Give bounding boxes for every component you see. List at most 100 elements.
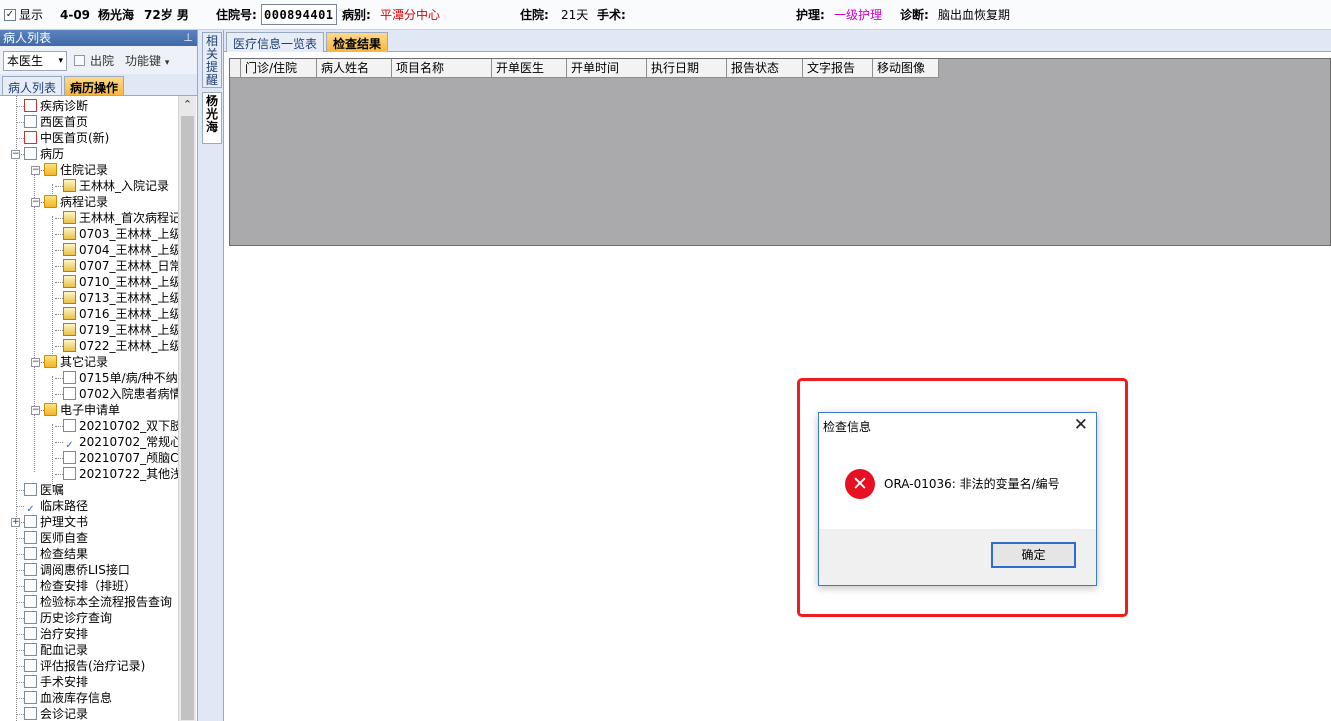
scrollbar-thumb[interactable]	[181, 116, 194, 720]
collapse-icon[interactable]: −	[31, 358, 40, 367]
tree-item-consultation-records[interactable]: 会诊记录	[24, 706, 88, 721]
tree-item-first-progress-note[interactable]: 王林林_首次病程记	[63, 210, 178, 226]
tree-item-label: 0703_王林林_上级	[79, 227, 178, 241]
tree-item-western-home[interactable]: 西医首页	[24, 114, 88, 130]
panel-toolbar: 本医生 ▾ 出院 功能键 ▾	[0, 46, 197, 74]
tree-item-other-0702[interactable]: 0702入院患者病情	[63, 386, 178, 402]
tree-item-medical-record[interactable]: 病历	[24, 146, 64, 162]
scroll-up-arrow-icon[interactable]: ⌃	[179, 96, 196, 113]
doctor-select[interactable]: 本医生 ▾	[3, 51, 67, 71]
tree-item-blood-match-records[interactable]: 配血记录	[24, 642, 88, 658]
tab-patient-yangguanghai[interactable]: 杨光海	[202, 92, 222, 144]
tree-item-progress-0722[interactable]: 0722_王林林_上级	[63, 338, 178, 354]
tree-item-treatment-schedule[interactable]: 治疗安排	[24, 626, 88, 642]
tree-item-assessment-report[interactable]: 评估报告(治疗记录)	[24, 658, 145, 674]
tree-item-lis-interface[interactable]: 调阅惠侨LIS接口	[24, 562, 130, 578]
document-icon	[24, 515, 37, 528]
document-icon	[24, 147, 37, 160]
tree-item-progress-0719[interactable]: 0719_王林林_上级	[63, 322, 178, 338]
tree-item-blood-inventory[interactable]: 血液库存信息	[24, 690, 112, 706]
tab-related-reminders-label: 相关提醒	[206, 34, 219, 87]
tree-item-progress-0707[interactable]: 0707_王林林_日常	[63, 258, 178, 274]
column-header[interactable]: 文字报告	[803, 59, 873, 78]
tree-item-progress-0710[interactable]: 0710_王林林_上级	[63, 274, 178, 290]
locked-document-icon	[63, 259, 76, 272]
tree-item-label: 护理文书	[40, 515, 89, 529]
document-icon	[24, 547, 37, 560]
tree-item-surgery-schedule[interactable]: 手术安排	[24, 674, 88, 690]
column-header[interactable]: 开单时间	[567, 59, 647, 78]
ok-button[interactable]: 确定	[991, 542, 1076, 568]
tree-item-tcm-home[interactable]: 中医首页(新)	[24, 130, 109, 146]
ward-label: 病别:	[342, 8, 371, 22]
tree-item-physician-self-check[interactable]: 医师自查	[24, 530, 88, 546]
tree-item-progress-0716[interactable]: 0716_王林林_上级	[63, 306, 178, 322]
tree-item-request-0702-ecg[interactable]: ✓20210702_常规心电	[63, 434, 178, 451]
tree-item-progress-0713[interactable]: 0713_王林林_上级	[63, 290, 178, 306]
pin-icon[interactable]: ⊥	[183, 30, 193, 46]
side-tab-strip: 相关提醒 杨光海	[198, 30, 224, 721]
tree-item-progress-0703[interactable]: 0703_王林林_上级	[63, 226, 178, 242]
tab-related-reminders[interactable]: 相关提醒	[202, 32, 222, 88]
stay-days: 21天	[561, 8, 589, 22]
tree-item-exam-results[interactable]: 检查结果	[24, 546, 88, 562]
grid-header: 门诊/住院 病人姓名 项目名称 开单医生 开单时间 执行日期 报告状态 文字报告 移动图像	[230, 59, 939, 78]
admission-no-field[interactable]: 000894401	[261, 4, 337, 25]
collapse-icon[interactable]: −	[31, 166, 40, 175]
tree-scrollbar[interactable]: ⌃	[178, 96, 196, 721]
tab-record-operations[interactable]: 病历操作	[64, 76, 125, 95]
column-header[interactable]: 开单医生	[492, 59, 567, 78]
tree-item-disease-diagnosis[interactable]: 疾病诊断	[24, 98, 88, 114]
show-label: 显示	[19, 8, 44, 22]
show-checkbox[interactable]: ✓	[4, 9, 16, 21]
tree-item-label: 20210702_双下肢静	[79, 419, 178, 433]
column-header[interactable]: 移动图像	[873, 59, 939, 78]
document-icon	[24, 595, 37, 608]
tree-item-label: 0719_王林林_上级	[79, 323, 178, 337]
tree-item-label: 中医首页(新)	[40, 131, 110, 145]
tree-item-progress-0704[interactable]: 0704_王林林_上级	[63, 242, 178, 258]
document-red-icon	[24, 99, 37, 112]
discharged-checkbox[interactable]	[74, 55, 85, 66]
tree-item-request-0722-other[interactable]: 20210722_其他浅表	[63, 466, 178, 482]
tree-item-label: 0707_王林林_日常	[79, 259, 178, 273]
close-icon[interactable]: ✕	[1074, 415, 1088, 435]
tree-item-request-0707-ct[interactable]: 20210707_颅脑CT平	[63, 450, 178, 466]
locked-document-icon	[63, 243, 76, 256]
document-icon	[24, 675, 37, 688]
document-red-icon	[24, 131, 37, 144]
tree-item-history-query[interactable]: 历史诊疗查询	[24, 610, 112, 626]
function-keys-menu[interactable]: 功能键 ▾	[125, 52, 169, 69]
tree-item-nursing-documents[interactable]: 护理文书	[24, 514, 88, 530]
document-icon	[24, 579, 37, 592]
tree-item-specimen-report-query[interactable]: 检验标本全流程报告查询	[24, 594, 172, 610]
collapse-icon[interactable]: −	[31, 198, 40, 207]
tree-item-label: 调阅惠侨LIS接口	[40, 563, 130, 577]
tab-medical-overview[interactable]: 医疗信息一览表	[226, 32, 325, 52]
tree-item-exam-schedule[interactable]: 检查安排（排班）	[24, 578, 136, 594]
tree-item-orders[interactable]: 医嘱	[24, 482, 64, 498]
column-header[interactable]: 门诊/住院	[241, 59, 317, 78]
exam-results-grid[interactable]: 门诊/住院 病人姓名 项目名称 开单医生 开单时间 执行日期 报告状态 文字报告 移动图像	[229, 58, 1331, 246]
tree-item-e-requests[interactable]: 电子申请单	[44, 402, 120, 418]
collapse-icon[interactable]: −	[31, 406, 40, 415]
expand-icon[interactable]: +	[11, 518, 20, 527]
tree-item-other-0715[interactable]: 0715单/病/种不纳	[63, 370, 178, 386]
collapse-icon[interactable]: −	[11, 150, 20, 159]
tree-item-label: 评估报告(治疗记录)	[40, 659, 146, 673]
tree-item-request-0702-lower-limb[interactable]: 20210702_双下肢静	[63, 418, 178, 434]
column-header[interactable]: 项目名称	[392, 59, 492, 78]
panel-title: 病人列表 ⊥	[0, 30, 197, 46]
tab-exam-results[interactable]: 检查结果	[326, 32, 389, 52]
tree-item-other-records[interactable]: 其它记录	[44, 354, 108, 370]
column-header[interactable]: 报告状态	[727, 59, 803, 78]
tree-item-label: 20210722_其他浅表	[79, 467, 178, 481]
tree-item-admission-records[interactable]: 住院记录	[44, 162, 108, 178]
tree-item-admission-record[interactable]: 王林林_入院记录	[63, 178, 169, 194]
column-header[interactable]: 病人姓名	[317, 59, 392, 78]
tab-patient-list[interactable]: 病人列表	[2, 76, 63, 95]
tree-item-progress-records[interactable]: 病程记录	[44, 194, 108, 210]
tree-item-clinical-pathway[interactable]: ✓ 临床路径	[24, 498, 88, 515]
column-header[interactable]: 执行日期	[647, 59, 727, 78]
tree-item-label: 王林林_首次病程记	[79, 211, 178, 225]
